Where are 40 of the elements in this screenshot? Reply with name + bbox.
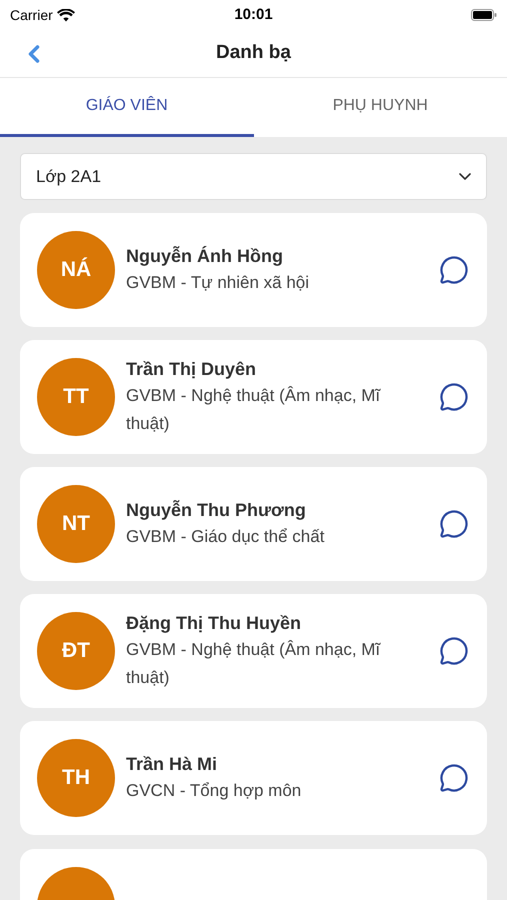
clock-time: 10:01 <box>234 4 273 25</box>
chat-bubble-icon <box>439 636 469 666</box>
tab[interactable]: PHỤ HUYNH <box>254 78 507 137</box>
chat-button[interactable] <box>439 636 469 666</box>
chat-bubble-icon <box>439 763 469 793</box>
chat-button[interactable] <box>439 255 469 285</box>
contact-card[interactable]: NT Nguyễn Thu Phương GVBM - Giáo dục thể chất <box>20 467 487 581</box>
chat-button[interactable] <box>439 509 469 539</box>
avatar: ĐT <box>37 612 115 690</box>
carrier-label: Carrier <box>10 6 53 24</box>
chat-button[interactable] <box>439 763 469 793</box>
contact-role: GVBM - Tự nhiên xã hội <box>126 272 310 294</box>
contact-card[interactable]: TT Trần Thị Duyên GVBM - Nghệ thuật (Âm nhạc, Mĩ thuật) <box>20 340 487 454</box>
contact-card[interactable] <box>20 849 487 900</box>
chat-bubble-icon <box>439 509 469 539</box>
contact-role: GVBM - Nghệ thuật (Âm nhạc, Mĩ thuật) <box>126 385 382 435</box>
contact-role: GVBM - Giáo dục thể chất <box>126 526 326 548</box>
chat-button[interactable] <box>439 382 469 412</box>
battery-icon <box>471 9 497 21</box>
contact-card[interactable]: TH Trần Hà Mi GVCN - Tổng hợp môn <box>20 721 487 835</box>
contact-role: GVCN - Tổng hợp môn <box>126 780 302 802</box>
wifi-icon <box>56 8 75 22</box>
contact-name: Trần Thị Duyên <box>126 358 258 381</box>
avatar: TT <box>37 358 115 436</box>
tab[interactable]: GIÁO VIÊN <box>0 78 254 137</box>
avatar: NÁ <box>37 231 115 309</box>
contact-name: Trần Hà Mi <box>126 753 218 776</box>
contact-card[interactable]: ĐT Đặng Thị Thu Huyền GVBM - Nghệ thuật (Âm nhạc, Mĩ thuật) <box>20 594 487 708</box>
contact-name: Đặng Thị Thu Huyền <box>126 612 302 635</box>
class-dropdown[interactable]: Lớp 2A1 <box>20 153 487 200</box>
chat-bubble-icon <box>439 382 469 412</box>
contact-role: GVBM - Nghệ thuật (Âm nhạc, Mĩ thuật) <box>126 639 382 689</box>
avatar: NT <box>37 485 115 563</box>
chevron-down-icon <box>459 173 471 180</box>
contact-card[interactable]: NÁ Nguyễn Ánh Hồng GVBM - Tự nhiên xã hội <box>20 213 487 327</box>
contact-name: Nguyễn Ánh Hồng <box>126 245 284 268</box>
chat-bubble-icon <box>439 255 469 285</box>
contact-name: Nguyễn Thu Phương <box>126 499 307 522</box>
avatar: TH <box>37 739 115 817</box>
screen-title: Danh bạ <box>216 41 291 66</box>
